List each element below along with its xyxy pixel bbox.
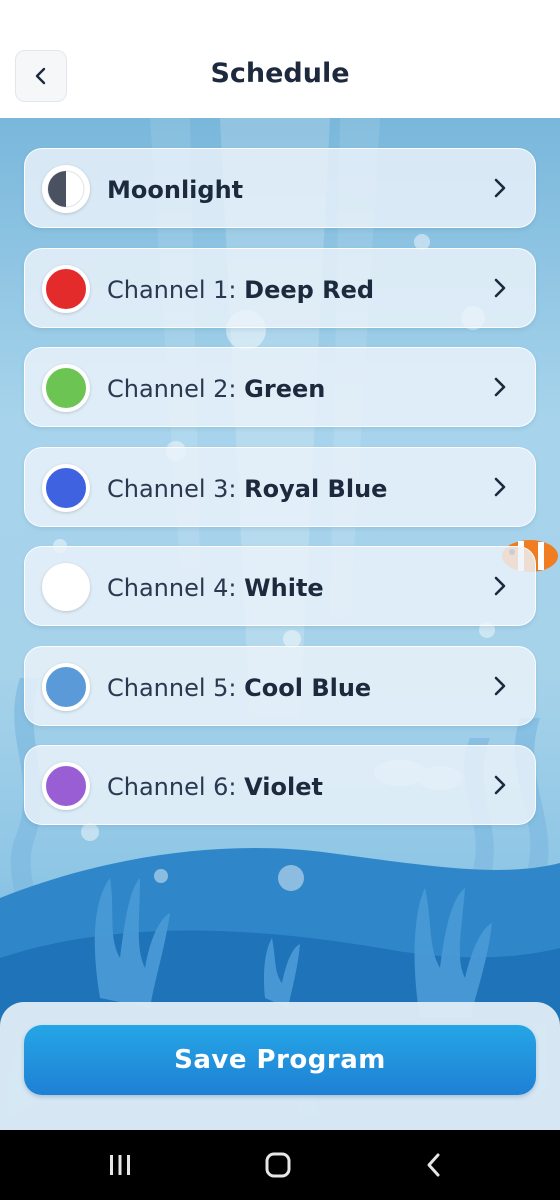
- channel-name: Green: [244, 375, 326, 403]
- channel-row[interactable]: Channel 2: Green: [24, 347, 536, 427]
- app-header: Schedule: [0, 0, 560, 118]
- system-navigation-bar: [0, 1130, 560, 1200]
- footer-panel: Save Program: [0, 1002, 560, 1130]
- color-swatch: [42, 464, 90, 512]
- channel-label: Channel 2: Green: [107, 375, 325, 403]
- home-icon: [265, 1152, 291, 1178]
- channel-name: Deep Red: [244, 276, 375, 304]
- back-icon: [427, 1153, 440, 1177]
- channel-label: Channel 5: Cool Blue: [107, 674, 371, 702]
- channel-label: Moonlight: [107, 176, 243, 204]
- channel-name: Cool Blue: [244, 674, 372, 702]
- page-title: Schedule: [210, 58, 350, 89]
- color-swatch: [42, 364, 90, 412]
- moonlight-row[interactable]: Moonlight: [24, 148, 536, 228]
- recent-apps-button[interactable]: [100, 1150, 140, 1180]
- channel-name: Moonlight: [107, 176, 244, 204]
- aquarium-background: Moonlight Channel 1: Deep Red Channel 2: G…: [0, 118, 560, 1130]
- color-swatch: [42, 762, 90, 810]
- nav-back-button[interactable]: [414, 1150, 454, 1180]
- channel-label: Channel 1: Deep Red: [107, 276, 374, 304]
- channel-number: Channel 1:: [107, 276, 237, 304]
- color-swatch: [42, 663, 90, 711]
- channel-number: Channel 2:: [107, 375, 237, 403]
- channel-row[interactable]: Channel 5: Cool Blue: [24, 646, 536, 726]
- chevron-right-icon: [494, 477, 506, 497]
- channel-name: White: [244, 574, 324, 602]
- channel-number: Channel 6:: [107, 773, 237, 801]
- chevron-right-icon: [494, 576, 506, 596]
- channel-name: Royal Blue: [244, 475, 388, 503]
- channel-label: Channel 4: White: [107, 574, 324, 602]
- channel-number: Channel 3:: [107, 475, 237, 503]
- channel-row[interactable]: Channel 3: Royal Blue: [24, 447, 536, 527]
- channel-row[interactable]: Channel 1: Deep Red: [24, 248, 536, 328]
- chevron-right-icon: [494, 278, 506, 298]
- color-swatch: [42, 563, 90, 611]
- channel-label: Channel 6: Violet: [107, 773, 323, 801]
- channel-label: Channel 3: Royal Blue: [107, 475, 387, 503]
- recent-apps-icon: [110, 1155, 130, 1175]
- chevron-right-icon: [494, 676, 506, 696]
- channel-name: Violet: [244, 773, 323, 801]
- channel-row[interactable]: Channel 4: White: [24, 546, 536, 626]
- home-button[interactable]: [258, 1150, 298, 1180]
- chevron-right-icon: [494, 377, 506, 397]
- half-moon-icon: [42, 165, 90, 213]
- channel-number: Channel 4:: [107, 574, 237, 602]
- color-swatch: [42, 265, 90, 313]
- chevron-right-icon: [494, 178, 506, 198]
- chevron-right-icon: [494, 775, 506, 795]
- channel-number: Channel 5:: [107, 674, 237, 702]
- save-program-button[interactable]: Save Program: [24, 1025, 536, 1095]
- channel-row[interactable]: Channel 6: Violet: [24, 745, 536, 825]
